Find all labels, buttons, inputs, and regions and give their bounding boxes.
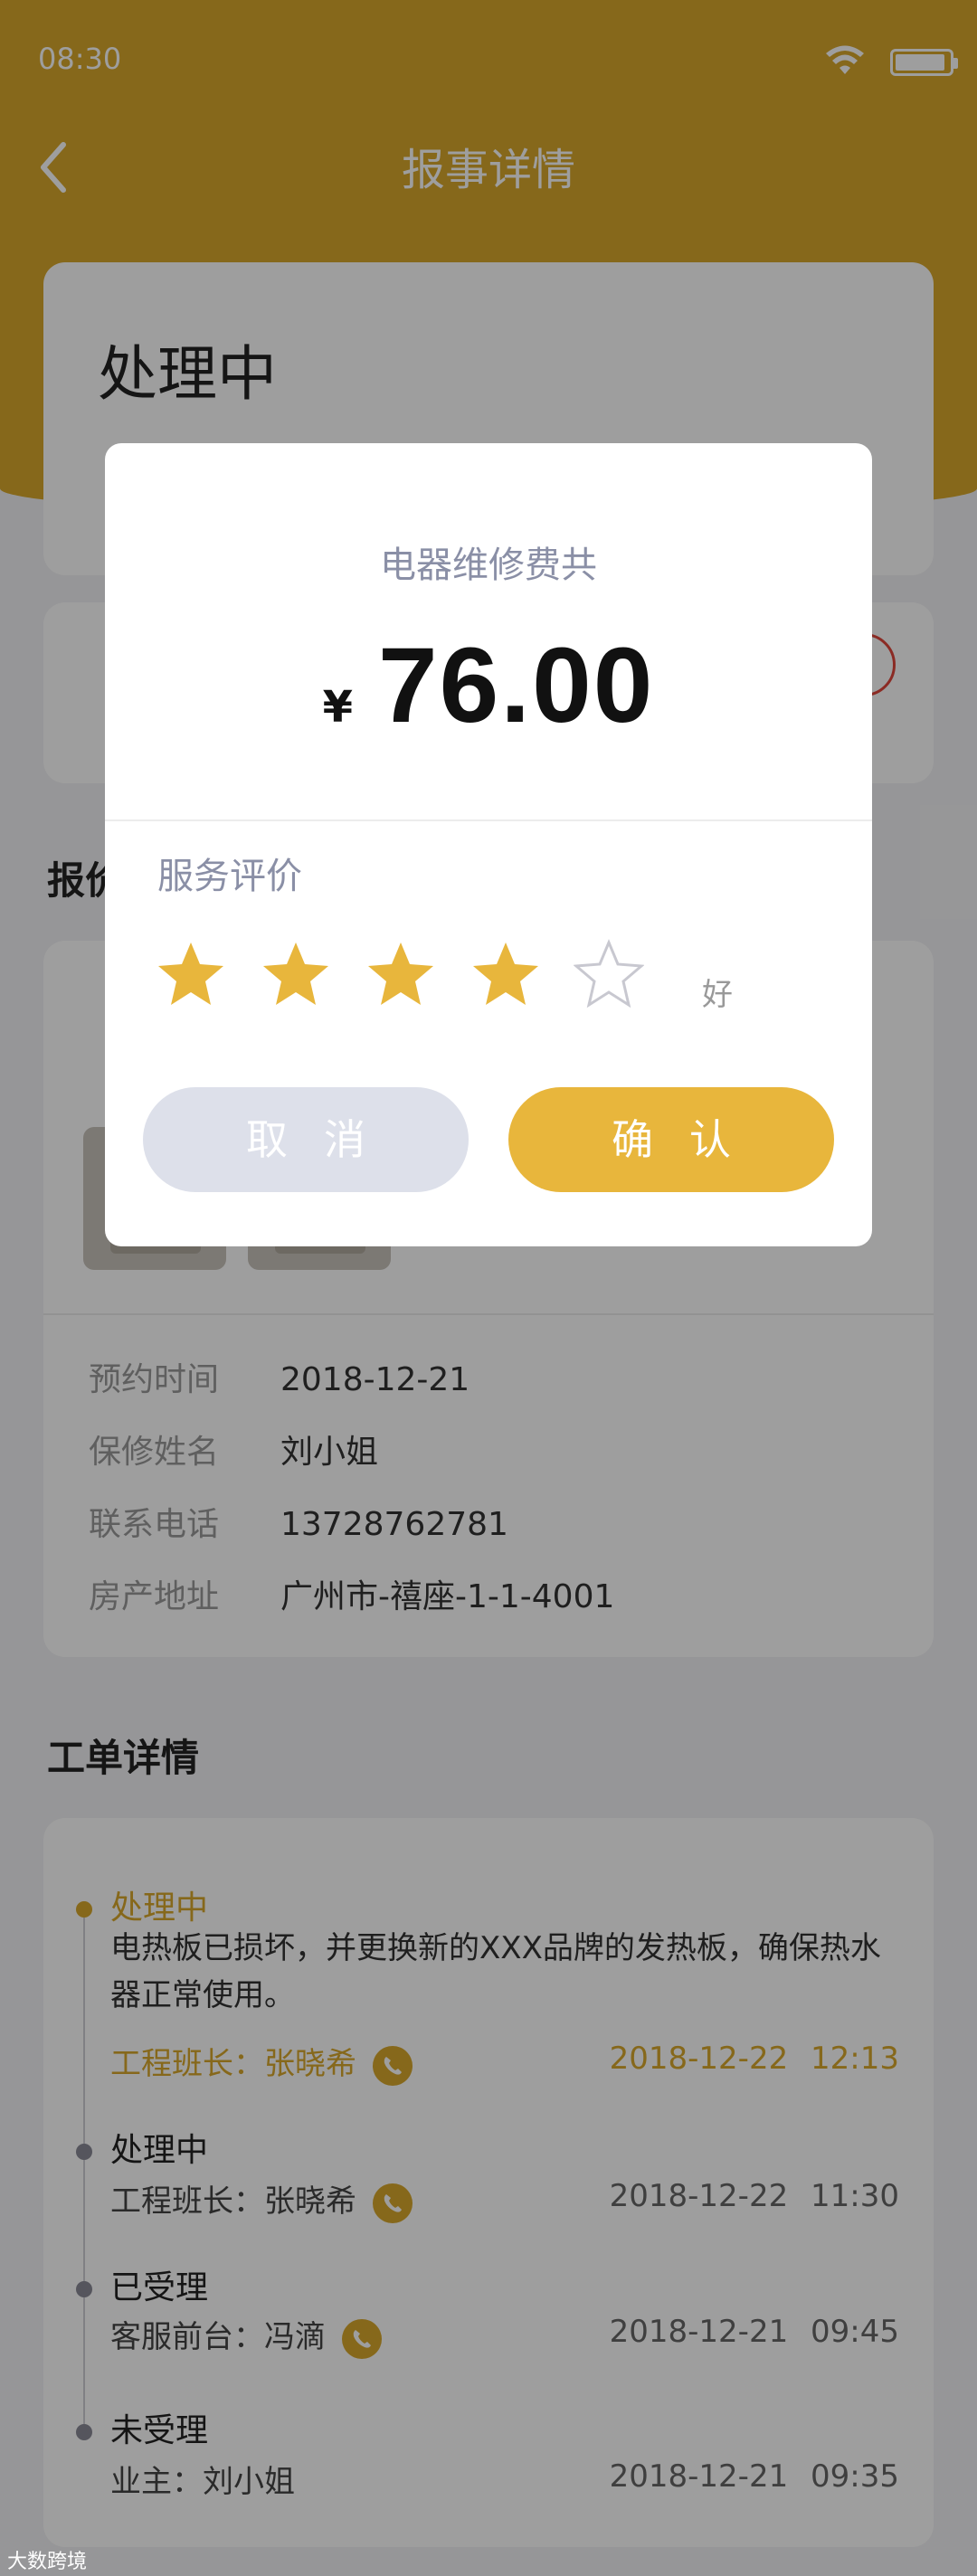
screen: 08:30 报事详情 处理中 报价 预约时间 2018-12-21 保修姓名 刘小姐… <box>0 0 977 2576</box>
star-empty-icon[interactable] <box>574 939 644 1009</box>
star-filled-icon[interactable] <box>470 939 541 1009</box>
payment-rating-dialog: 电器维修费共 ¥76.00 服务评价 好 取消 确认 <box>105 443 872 1246</box>
price-row: ¥76.00 <box>105 624 872 747</box>
rating-text: 好 <box>702 977 733 1013</box>
divider <box>105 819 872 821</box>
star-filled-icon[interactable] <box>261 939 331 1009</box>
watermark: 大数跨境 <box>7 2551 88 2573</box>
price-amount: 76.00 <box>378 626 655 745</box>
modal-overlay[interactable] <box>0 0 977 2576</box>
star-filled-icon[interactable] <box>365 939 436 1009</box>
confirm-button[interactable]: 确认 <box>508 1087 834 1192</box>
currency-symbol: ¥ <box>322 682 354 733</box>
cancel-button[interactable]: 取消 <box>143 1087 469 1192</box>
fee-label: 电器维修费共 <box>380 545 597 586</box>
star-filled-icon[interactable] <box>156 939 226 1009</box>
rating-label: 服务评价 <box>157 856 302 897</box>
